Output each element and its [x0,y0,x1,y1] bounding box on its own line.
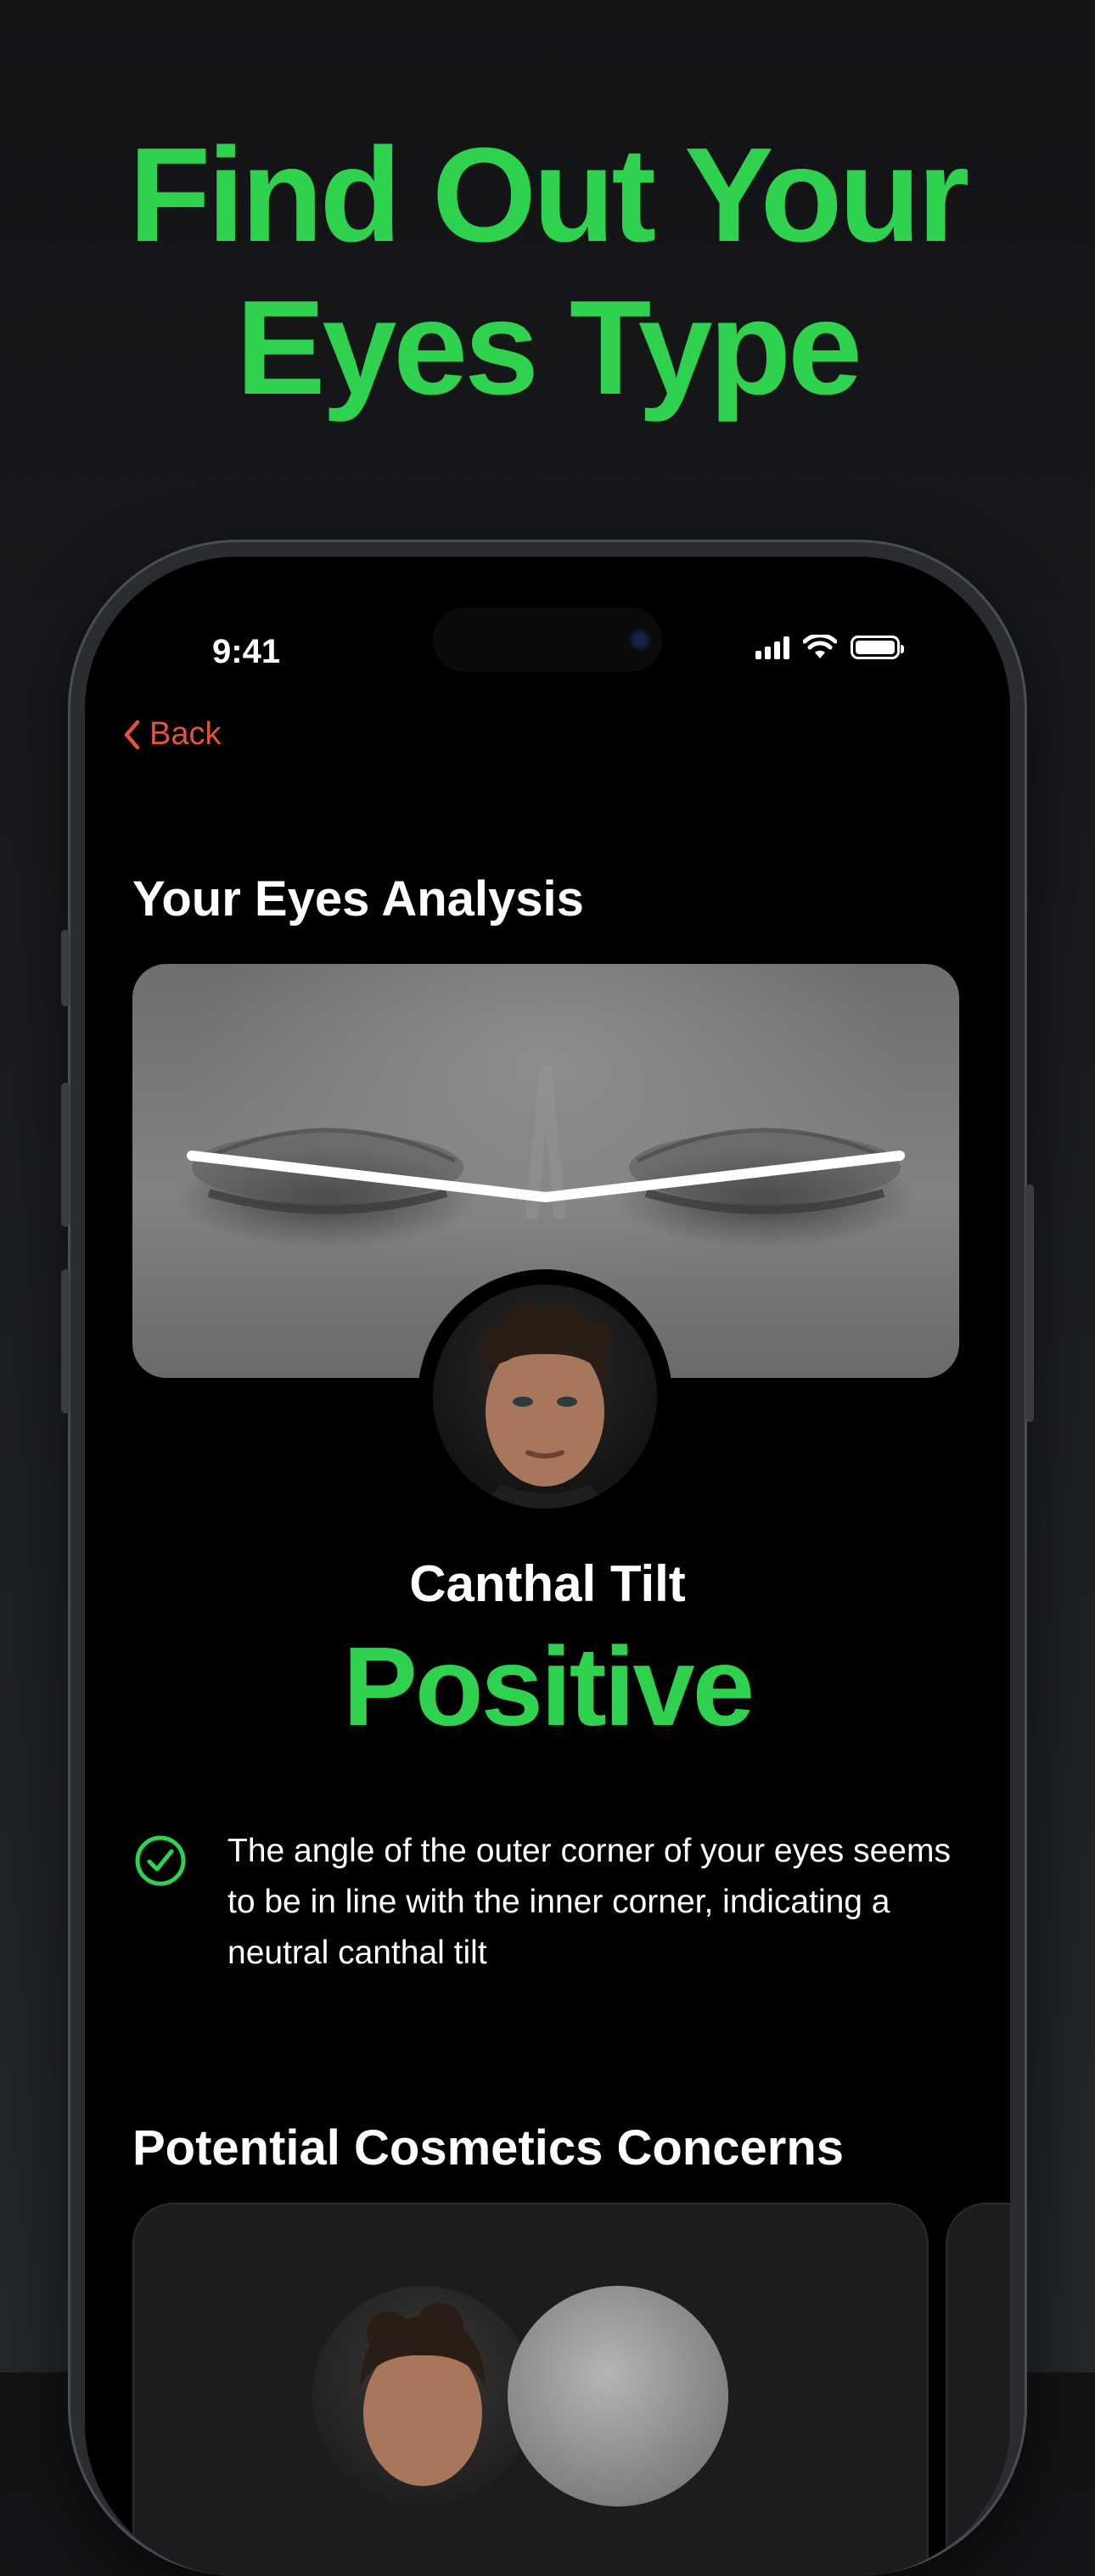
back-button[interactable]: Back [122,716,221,753]
concern-model-thumbnail [508,2286,728,2506]
phone-power-button [1025,1184,1034,1422]
promo-headline: Find Out Your Eyes Type [0,119,1095,424]
cellular-signal-icon [755,636,789,659]
user-portrait [479,1302,611,1509]
headline-line-1: Find Out Your [128,120,970,270]
canthal-tilt-label: Canthal Tilt [409,1555,686,1612]
phone-frame: 9:41 Back Your Eyes Analysis Canthal Til… [61,540,1034,2576]
phone-volume-up-button [61,1083,70,1227]
concern-card[interactable] [132,2203,929,2576]
front-camera [628,628,652,652]
status-time: 9:41 [212,633,281,670]
status-icons [755,635,904,660]
user-avatar [418,1269,672,1524]
wifi-icon [803,635,837,658]
headline-line-2: Eyes Type [236,273,862,423]
canthal-tilt-value: Positive [342,1624,755,1749]
phone-screen: 9:41 Back Your Eyes Analysis Canthal Til… [85,557,1010,2576]
cosmetics-concerns-title: Potential Cosmetics Concerns [132,2120,844,2176]
phone-volume-down-button [61,1269,70,1414]
analysis-description: The angle of the outer corner of your ey… [227,1833,951,1971]
concern-card-next[interactable] [946,2203,1010,2576]
back-label: Back [149,716,222,752]
phone-action-button [61,930,70,1006]
battery-icon [851,636,904,659]
eyes-analysis-title: Your Eyes Analysis [132,871,584,927]
concern-person-thumbnail [312,2286,533,2506]
chevron-left-icon [124,720,140,749]
check-circle-icon [135,1835,186,1886]
